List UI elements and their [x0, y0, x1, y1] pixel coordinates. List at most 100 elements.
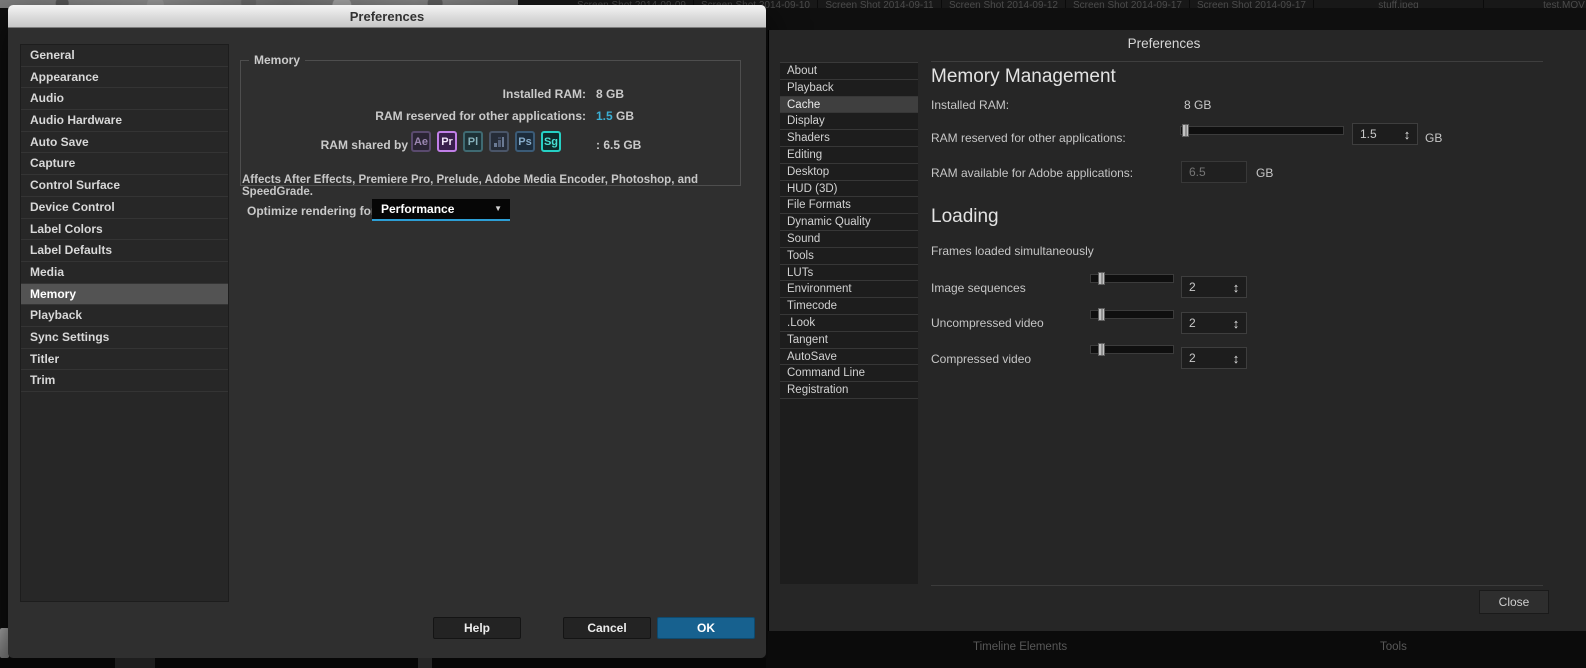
sidebar-item[interactable]: Audio Hardware	[21, 110, 228, 132]
tools-panel-label: Tools	[1380, 641, 1407, 653]
stepper-arrows-icon[interactable]: ↕	[1226, 351, 1246, 366]
timeline-elements-panel-label: Timeline Elements	[973, 641, 1068, 653]
sidebar-item[interactable]: Trim	[21, 370, 228, 392]
slider-thumb[interactable]	[1098, 343, 1105, 356]
ram-reserved-value[interactable]: 1.5 GB	[596, 109, 634, 123]
background-tab[interactable]: test.MOV	[1484, 0, 1586, 8]
category-item[interactable]: Shaders	[780, 130, 918, 147]
ram-reserved-slider[interactable]	[1180, 124, 1344, 137]
dialog-titlebar[interactable]: Preferences	[8, 5, 766, 28]
ram-available-unit: GB	[1256, 166, 1274, 180]
sidebar-item[interactable]: Capture	[21, 153, 228, 176]
background-panel-fragment	[115, 658, 155, 668]
category-item[interactable]: Display	[780, 113, 918, 131]
optimize-rendering-dropdown[interactable]: ▼ Performance	[372, 199, 510, 221]
slider-thumb[interactable]	[1098, 272, 1105, 285]
category-item[interactable]: Tools	[780, 248, 918, 265]
installed-ram-label: Installed RAM:	[502, 87, 586, 101]
stepper-arrows-icon[interactable]: ↕	[1226, 316, 1246, 331]
sidebar-item[interactable]: Device Control	[21, 197, 228, 219]
compressed-video-label: Compressed video	[931, 352, 1032, 366]
category-item[interactable]: Environment	[780, 281, 918, 299]
compressed-video-field[interactable]: ↕	[1181, 347, 1247, 369]
ram-available-input	[1182, 165, 1246, 179]
background-tab[interactable]: Screen Shot 2014-09-17	[1190, 0, 1314, 8]
category-item[interactable]: Registration	[780, 382, 918, 399]
sidebar-item[interactable]: Sync Settings	[21, 327, 228, 349]
ram-reserved-label: RAM reserved for other applications:	[375, 109, 586, 123]
cancel-button[interactable]: Cancel	[563, 617, 651, 639]
close-button[interactable]: Close	[1479, 590, 1549, 614]
ram-reserved-unit: GB	[1425, 131, 1443, 145]
uncompressed-video-label: Uncompressed video	[931, 316, 1044, 330]
stepper-arrows-icon[interactable]: ↕	[1226, 280, 1246, 295]
photoshop-icon: Ps	[515, 131, 535, 152]
sidebar-item[interactable]: Playback	[21, 305, 228, 327]
ram-reserved-input[interactable]	[1353, 127, 1397, 141]
ram-reserved-field[interactable]: ↕	[1352, 123, 1418, 145]
compressed-video-slider[interactable]	[1090, 343, 1174, 356]
sidebar-item[interactable]: General	[21, 45, 228, 67]
category-item[interactable]: LUTs	[780, 265, 918, 282]
category-item[interactable]: Cache	[780, 96, 918, 114]
installed-ram-label: Installed RAM:	[931, 98, 1010, 112]
installed-ram-value: 8 GB	[596, 87, 625, 101]
footer-divider	[931, 585, 1543, 586]
background-tab[interactable]: Screen Shot 2014-09-17	[1066, 0, 1190, 8]
installed-ram-value: 8 GB	[1184, 98, 1212, 112]
sidebar-item[interactable]: Appearance	[21, 67, 228, 89]
background-tab[interactable]: Screen Shot 2014-09-11	[818, 0, 942, 8]
compressed-video-input[interactable]	[1182, 351, 1226, 365]
uncompressed-video-field[interactable]: ↕	[1181, 312, 1247, 334]
sidebar-item[interactable]: Label Colors	[21, 219, 228, 241]
ok-button[interactable]: OK	[657, 617, 755, 639]
frames-loaded-label: Frames loaded simultaneously	[931, 244, 1094, 258]
optimize-rendering-label: Optimize rendering for:	[247, 204, 380, 218]
dialog-title: Preferences	[1127, 36, 1201, 51]
category-item[interactable]: AutoSave	[780, 349, 918, 366]
help-button[interactable]: Help	[433, 617, 521, 639]
image-sequences-slider[interactable]	[1090, 272, 1174, 285]
prelude-icon: Pl	[463, 131, 483, 152]
image-sequences-label: Image sequences	[931, 281, 1026, 295]
slider-thumb[interactable]	[1098, 308, 1105, 321]
image-sequences-field[interactable]: ↕	[1181, 276, 1247, 298]
uncompressed-video-slider[interactable]	[1090, 308, 1174, 321]
premiere-pro-icon: Pr	[437, 131, 457, 152]
category-item[interactable]: File Formats	[780, 197, 918, 215]
background-tab[interactable]: stuff.jpeg	[1314, 0, 1484, 8]
category-item[interactable]: .Look	[780, 315, 918, 332]
sidebar-item[interactable]: Memory	[21, 283, 228, 306]
sidebar-item[interactable]: Media	[21, 262, 228, 284]
slider-thumb[interactable]	[1182, 124, 1189, 137]
category-item[interactable]: Sound	[780, 231, 918, 248]
memory-affects-note: Affects After Effects, Premiere Pro, Pre…	[242, 174, 699, 198]
category-item[interactable]: Desktop	[780, 164, 918, 181]
image-sequences-input[interactable]	[1182, 280, 1226, 294]
title-divider	[931, 61, 1543, 62]
sidebar-item[interactable]: Label Defaults	[21, 240, 228, 262]
sidebar-item[interactable]: Audio	[21, 88, 228, 111]
ram-available-field	[1181, 161, 1247, 183]
stepper-arrows-icon[interactable]: ↕	[1397, 127, 1417, 142]
background-tab[interactable]: Screen Shot 2014-09-12	[942, 0, 1066, 8]
ram-shared-label: RAM shared by	[320, 138, 408, 152]
category-item[interactable]: Timecode	[780, 298, 918, 315]
after-effects-preferences-dialog: Preferences About Playback Cache Display Sha…	[768, 30, 1586, 631]
sidebar-item[interactable]: Auto Save	[21, 132, 228, 154]
ram-reserved-number[interactable]: 1.5	[596, 109, 613, 123]
ram-shared-value: : 6.5 GB	[596, 138, 642, 152]
ram-available-label: RAM available for Adobe applications:	[931, 166, 1134, 180]
category-item[interactable]: Tangent	[780, 332, 918, 349]
ram-reserved-unit: GB	[616, 109, 635, 123]
category-item[interactable]: HUD (3D)	[780, 181, 918, 198]
sidebar-item[interactable]: Control Surface	[21, 175, 228, 197]
category-item[interactable]: Editing	[780, 147, 918, 164]
category-item[interactable]: Command Line	[780, 365, 918, 383]
media-encoder-icon	[489, 131, 509, 152]
category-item[interactable]: About	[780, 63, 918, 80]
category-item[interactable]: Playback	[780, 80, 918, 97]
uncompressed-video-input[interactable]	[1182, 316, 1226, 330]
sidebar-item[interactable]: Titler	[21, 349, 228, 371]
category-item[interactable]: Dynamic Quality	[780, 214, 918, 231]
